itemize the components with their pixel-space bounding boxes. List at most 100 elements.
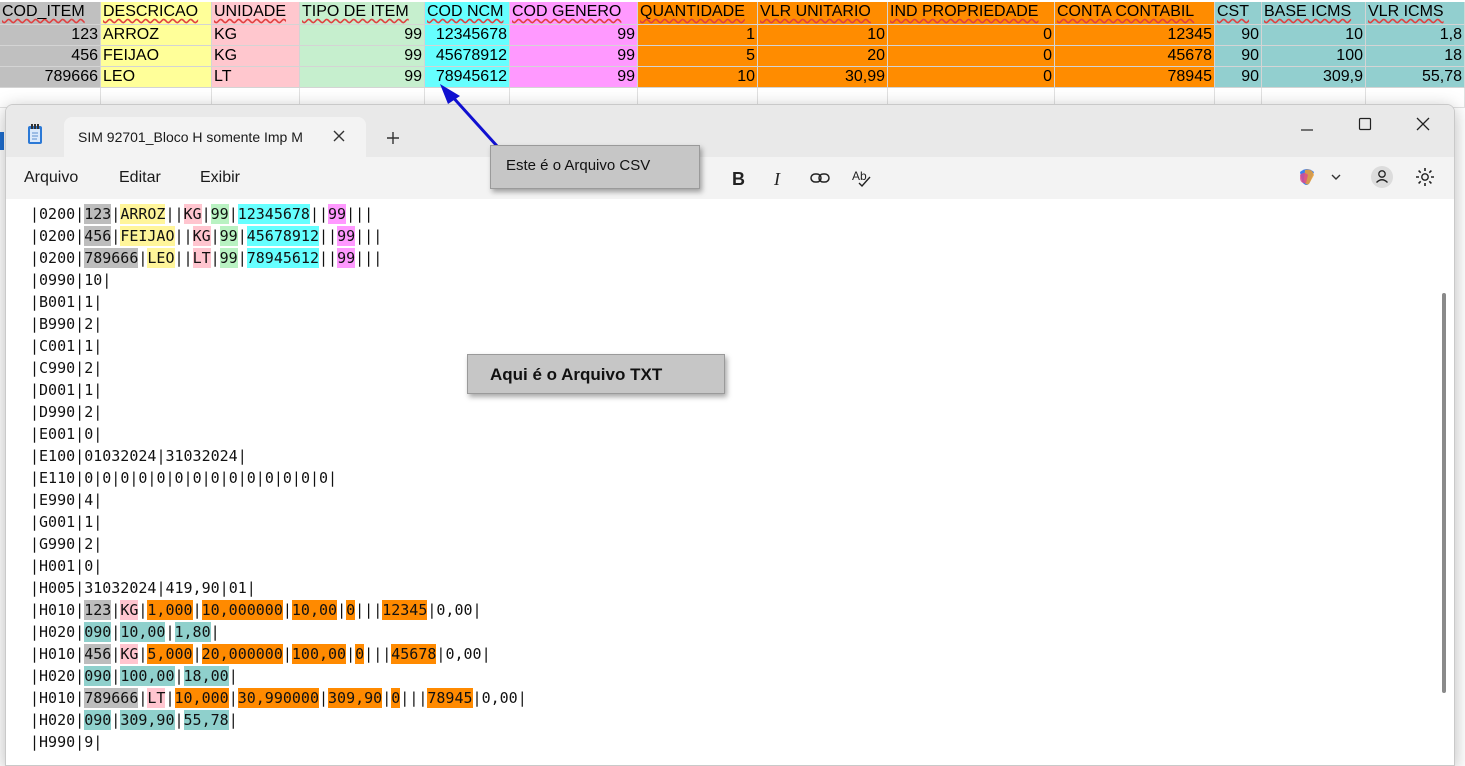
table-cell[interactable]: 78945 bbox=[1055, 67, 1215, 88]
close-window-icon[interactable] bbox=[1416, 117, 1430, 136]
table-cell[interactable]: KG bbox=[212, 25, 300, 46]
column-header[interactable]: CST bbox=[1215, 2, 1262, 25]
table-cell[interactable]: 12345678 bbox=[425, 25, 510, 46]
field-separator: | bbox=[93, 535, 103, 553]
table-cell[interactable]: 10 bbox=[758, 25, 888, 46]
table-cell[interactable]: 1,8 bbox=[1366, 25, 1465, 46]
settings-gear-icon[interactable] bbox=[1414, 166, 1436, 193]
field-separator: | bbox=[75, 381, 85, 399]
table-cell[interactable]: 90 bbox=[1215, 46, 1262, 67]
table-cell[interactable]: 90 bbox=[1215, 67, 1262, 88]
menu-editar[interactable]: Editar bbox=[119, 169, 161, 187]
column-header[interactable]: QUANTIDADE bbox=[638, 2, 758, 25]
column-header[interactable]: CONTA CONTABIL bbox=[1055, 2, 1215, 25]
column-header[interactable]: DESCRICAO bbox=[101, 2, 212, 25]
text-field: 9 bbox=[84, 733, 94, 751]
text-field: H010 bbox=[39, 689, 76, 707]
vertical-scrollbar[interactable] bbox=[1442, 293, 1446, 693]
field-separator: | bbox=[75, 315, 85, 333]
column-header[interactable]: COD GENERO bbox=[510, 2, 638, 25]
table-cell[interactable]: 100 bbox=[1262, 46, 1366, 67]
column-header[interactable]: COD_ITEM bbox=[0, 2, 101, 25]
document-tab[interactable]: SIM 92701_Bloco H somente Imp M bbox=[64, 117, 366, 157]
text-line: |E110|0|0|0|0|0|0|0|0|0|0|0|0|0|0| bbox=[30, 467, 337, 489]
table-cell[interactable]: 12345 bbox=[1055, 25, 1215, 46]
account-icon[interactable] bbox=[1370, 165, 1394, 194]
field-separator: | bbox=[219, 579, 229, 597]
column-header[interactable]: UNIDADE bbox=[212, 2, 300, 25]
column-header[interactable]: COD NCM bbox=[425, 2, 510, 25]
table-cell[interactable]: 78945612 bbox=[425, 67, 510, 88]
field-separator: | bbox=[165, 205, 175, 223]
table-cell[interactable]: 0 bbox=[888, 25, 1055, 46]
field-separator: | bbox=[111, 205, 121, 223]
chevron-down-icon[interactable] bbox=[1330, 170, 1342, 188]
table-cell[interactable]: 99 bbox=[300, 25, 425, 46]
field-separator: | bbox=[93, 337, 103, 355]
table-cell[interactable]: 0 bbox=[888, 67, 1055, 88]
table-cell[interactable]: 456 bbox=[0, 46, 101, 67]
table-cell[interactable]: 30,99 bbox=[758, 67, 888, 88]
field-separator: | bbox=[373, 227, 383, 245]
text-field: E100 bbox=[39, 447, 76, 465]
field-separator: | bbox=[129, 469, 139, 487]
table-cell[interactable]: 789666 bbox=[0, 67, 101, 88]
minimize-icon[interactable] bbox=[1300, 123, 1314, 142]
field-separator: | bbox=[328, 227, 338, 245]
table-cell[interactable]: KG bbox=[212, 46, 300, 67]
table-cell[interactable]: 0 bbox=[888, 46, 1055, 67]
table-cell[interactable]: FEIJAO bbox=[101, 46, 212, 67]
table-cell[interactable]: 123 bbox=[0, 25, 101, 46]
field-separator: | bbox=[30, 271, 40, 289]
field-separator: | bbox=[138, 601, 148, 619]
menu-arquivo[interactable]: Arquivo bbox=[24, 169, 78, 187]
table-cell[interactable]: 18 bbox=[1366, 46, 1465, 67]
column-header[interactable]: VLR UNITARIO bbox=[758, 2, 888, 25]
text-editor[interactable]: |0200|123|ARROZ||KG|99|12345678||99||| |0… bbox=[6, 199, 1454, 765]
field-separator: | bbox=[30, 249, 40, 267]
field-separator: | bbox=[30, 337, 40, 355]
table-cell[interactable]: 45678 bbox=[1055, 46, 1215, 67]
table-cell[interactable]: 10 bbox=[638, 67, 758, 88]
link-icon[interactable] bbox=[810, 168, 830, 193]
table-cell[interactable]: 45678912 bbox=[425, 46, 510, 67]
table-cell[interactable]: 5 bbox=[638, 46, 758, 67]
spellcheck-icon[interactable]: Ab bbox=[851, 167, 871, 192]
table-cell[interactable]: 55,78 bbox=[1366, 67, 1465, 88]
table-cell[interactable]: 309,9 bbox=[1262, 67, 1366, 88]
table-cell[interactable]: 99 bbox=[510, 25, 638, 46]
maximize-icon[interactable] bbox=[1358, 117, 1372, 136]
table-cell[interactable]: 99 bbox=[300, 46, 425, 67]
table-cell[interactable]: 99 bbox=[510, 67, 638, 88]
field-separator: | bbox=[30, 227, 40, 245]
table-cell[interactable]: 20 bbox=[758, 46, 888, 67]
field-separator: | bbox=[93, 491, 103, 509]
cell-selection-indicator bbox=[0, 132, 4, 150]
column-header[interactable]: VLR ICMS bbox=[1366, 2, 1465, 25]
close-tab-icon[interactable] bbox=[332, 129, 346, 148]
text-field: B001 bbox=[39, 293, 76, 311]
notepad-window: SIM 92701_Bloco H somente Imp M Arquivo … bbox=[5, 104, 1455, 766]
table-cell[interactable]: LT bbox=[212, 67, 300, 88]
text-line: |0200|456|FEIJAO||KG|99|45678912||99||| bbox=[30, 225, 382, 247]
column-header[interactable]: BASE ICMS bbox=[1262, 2, 1366, 25]
copilot-icon[interactable] bbox=[1296, 166, 1318, 193]
menu-exibir[interactable]: Exibir bbox=[200, 169, 240, 187]
text-field: 0 bbox=[84, 469, 94, 487]
table-cell[interactable]: LEO bbox=[101, 67, 212, 88]
bold-icon[interactable]: B bbox=[732, 169, 745, 190]
text-field: 0 bbox=[282, 469, 292, 487]
table-cell[interactable]: 99 bbox=[300, 67, 425, 88]
table-cell[interactable]: 90 bbox=[1215, 25, 1262, 46]
text-field: KG bbox=[120, 600, 139, 620]
text-field: D990 bbox=[39, 403, 76, 421]
column-header[interactable]: IND PROPRIEDADE bbox=[888, 2, 1055, 25]
column-header[interactable]: TIPO DE ITEM bbox=[300, 2, 425, 25]
new-tab-icon[interactable] bbox=[386, 131, 400, 150]
text-field: H020 bbox=[39, 711, 76, 729]
table-cell[interactable]: ARROZ bbox=[101, 25, 212, 46]
table-cell[interactable]: 99 bbox=[510, 46, 638, 67]
table-cell[interactable]: 10 bbox=[1262, 25, 1366, 46]
italic-icon[interactable]: I bbox=[774, 169, 780, 190]
table-cell[interactable]: 1 bbox=[638, 25, 758, 46]
